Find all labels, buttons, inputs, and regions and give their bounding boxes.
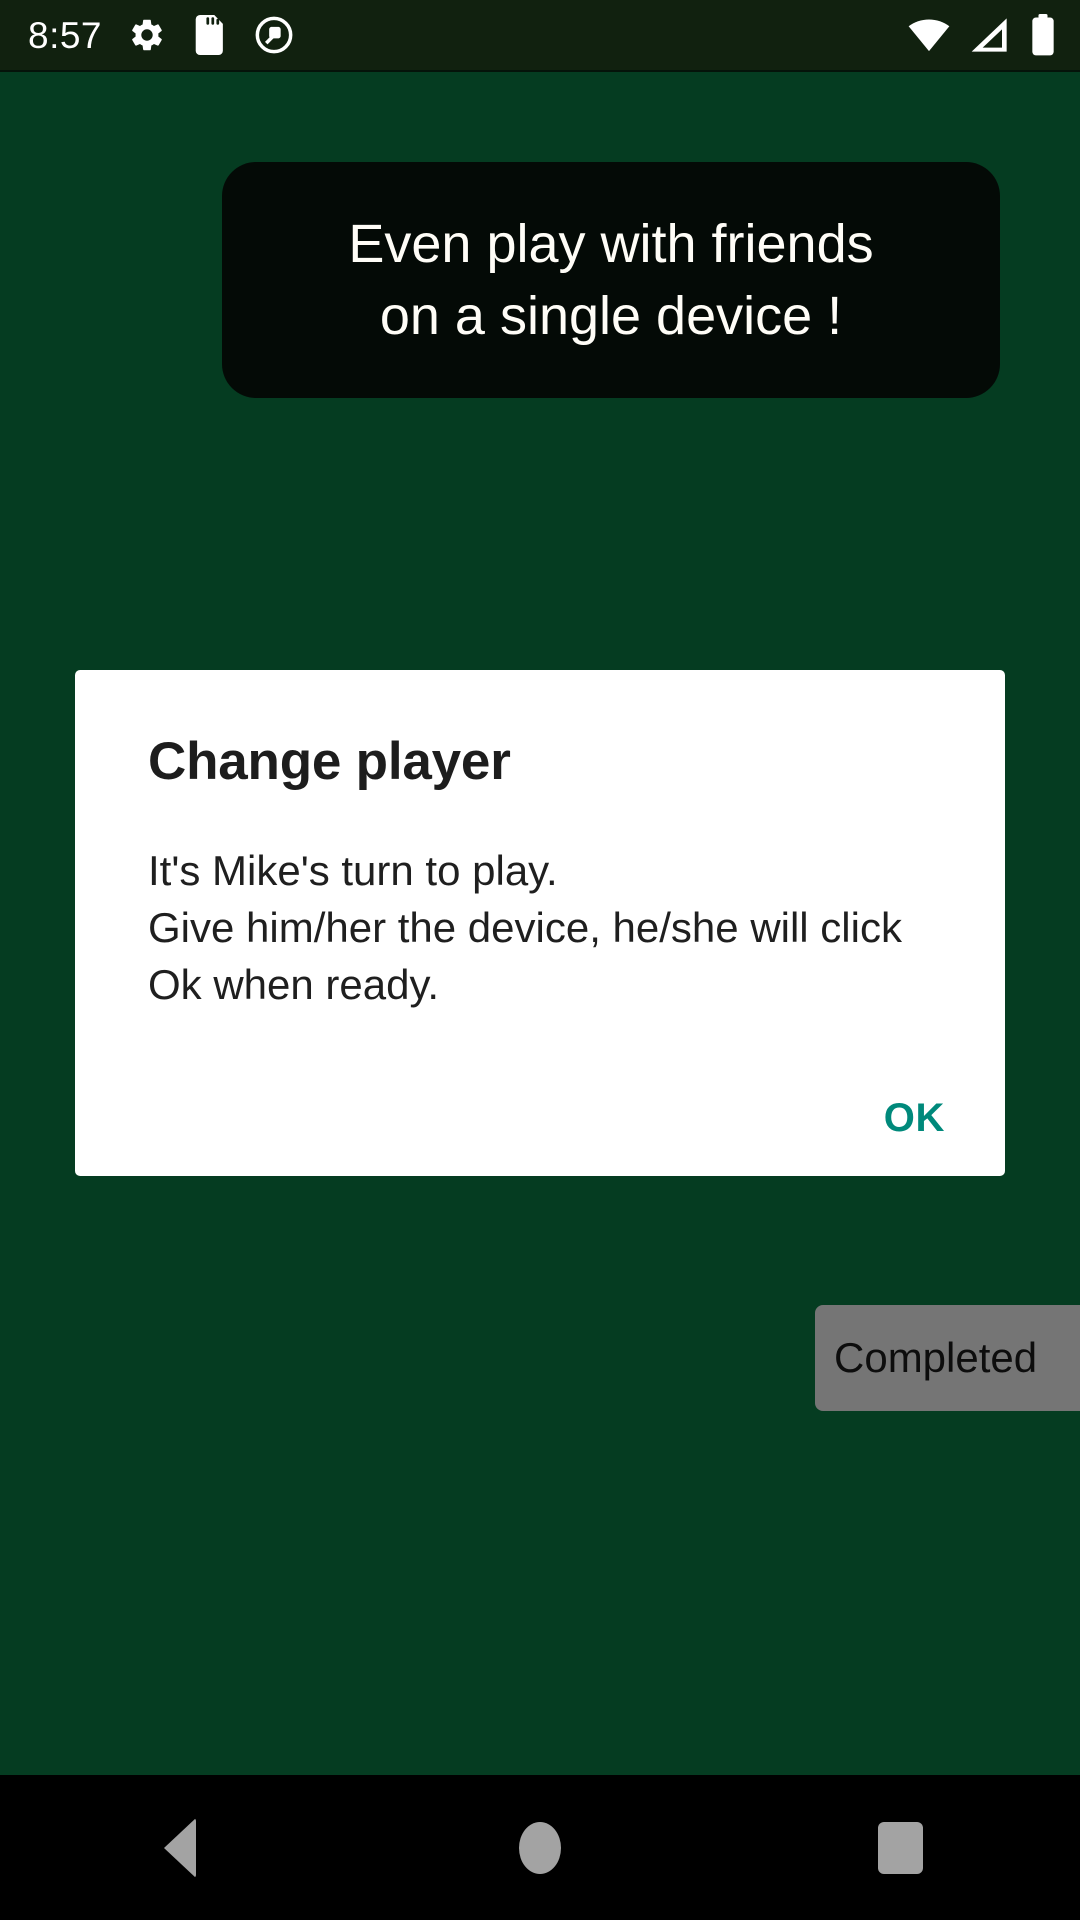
dialog-message: It's Mike's turn to play. Give him/her t… bbox=[148, 847, 902, 1008]
dialog-action-bar: OK bbox=[842, 1074, 987, 1162]
dialog-title: Change player bbox=[148, 732, 511, 791]
home-circle-icon bbox=[519, 1821, 561, 1874]
toast-message: Even play with friends on a single devic… bbox=[222, 162, 1000, 398]
change-player-dialog: Change player It's Mike's turn to play. … bbox=[75, 670, 1005, 1176]
nav-recents-button[interactable] bbox=[800, 1775, 1000, 1920]
recents-square-icon bbox=[877, 1821, 923, 1874]
battery-full-icon bbox=[1030, 14, 1056, 56]
android-q-circle-icon bbox=[254, 15, 294, 55]
android-navigation-bar bbox=[0, 1775, 1080, 1920]
status-bar-left-group: 8:57 bbox=[28, 15, 294, 55]
status-bar: 8:57 bbox=[0, 0, 1080, 72]
cellular-signal-icon bbox=[970, 15, 1010, 55]
back-triangle-icon bbox=[164, 1817, 196, 1878]
sd-card-icon bbox=[192, 15, 228, 55]
toast-message-text: Even play with friends on a single devic… bbox=[348, 214, 874, 346]
wifi-icon bbox=[908, 15, 950, 55]
status-bar-right-group bbox=[908, 14, 1056, 56]
nav-home-button[interactable] bbox=[440, 1775, 640, 1920]
completed-button[interactable]: Completed bbox=[815, 1305, 1080, 1411]
nav-back-button[interactable] bbox=[80, 1775, 280, 1920]
app-screen: 8:57 Even play with friends on a single … bbox=[0, 0, 1080, 1920]
ok-button[interactable]: OK bbox=[842, 1074, 987, 1162]
settings-gear-icon bbox=[128, 16, 166, 54]
status-bar-clock: 8:57 bbox=[28, 14, 103, 56]
